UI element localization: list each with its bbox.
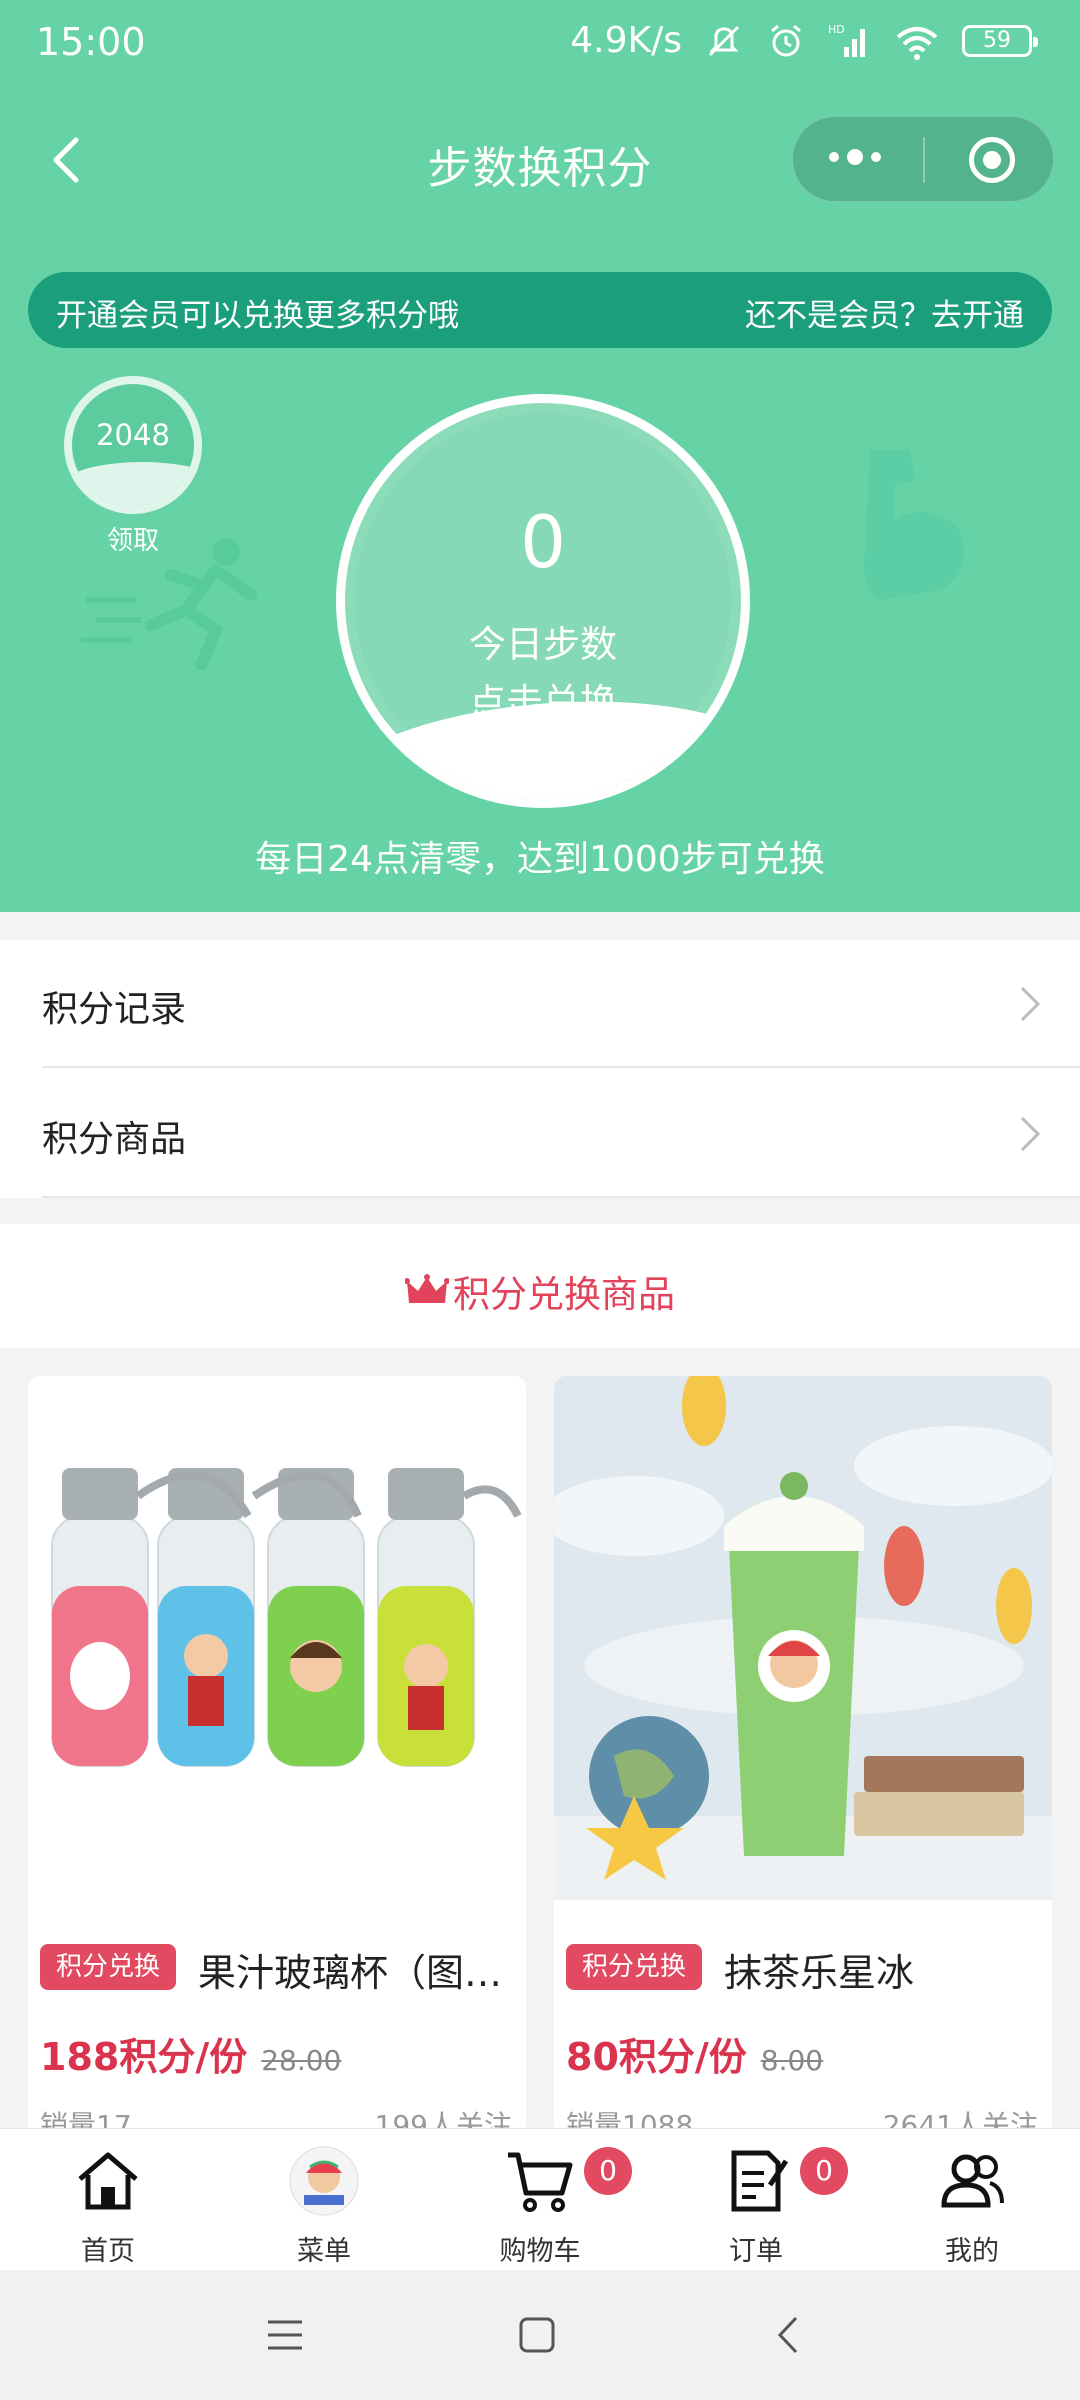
- mute-icon: [708, 25, 740, 56]
- tab-label: 订单: [729, 2236, 783, 2267]
- status-bar: 15:00 4.9K/s HD 59: [0, 0, 1080, 90]
- section-header: 积分兑换商品: [0, 1224, 1080, 1348]
- steps-circle[interactable]: [336, 394, 750, 808]
- chevron-right-icon: [1020, 986, 1041, 1022]
- system-back-icon[interactable]: [764, 2310, 814, 2360]
- alarm-icon: [771, 24, 801, 56]
- more-icon[interactable]: [829, 149, 881, 165]
- banner-join-link[interactable]: 还不是会员？去开通: [745, 290, 1024, 335]
- tab-cart[interactable]: 0 购物车: [432, 2129, 648, 2271]
- user-icon: [941, 2154, 1004, 2208]
- crown-icon: [405, 1274, 449, 1303]
- system-nav-bar: [0, 2270, 1080, 2400]
- points-price: 80积分/份: [566, 2035, 747, 2079]
- original-price: 8.00: [760, 2044, 824, 2077]
- tab-orders[interactable]: 0 订单: [648, 2129, 864, 2271]
- net-speed: 4.9K/s: [570, 20, 682, 61]
- menu-item-points-record[interactable]: 积分记录: [42, 940, 1080, 1068]
- status-icons: 4.9K/s HD 59: [570, 20, 1038, 61]
- wifi-icon: [896, 26, 938, 60]
- tab-home[interactable]: 首页: [0, 2129, 216, 2271]
- bonus-bubble[interactable]: 2048: [64, 376, 202, 514]
- menu-item-label: 积分记录: [42, 989, 187, 1030]
- points-price: 188积分/份: [40, 2035, 248, 2079]
- tab-label: 我的: [945, 2236, 999, 2267]
- menu-item-label: 积分商品: [42, 1119, 187, 1160]
- tab-label: 首页: [81, 2236, 135, 2267]
- recent-apps-icon[interactable]: [260, 2310, 310, 2360]
- product-image-matcha-drink: [554, 1376, 1052, 1900]
- order-icon: [731, 2150, 789, 2212]
- runner-icon: [81, 538, 257, 670]
- exchange-tag: 积分兑换: [40, 1944, 177, 1990]
- home-icon: [78, 2152, 138, 2210]
- signal-icon: HD: [828, 23, 865, 57]
- home-square-icon[interactable]: [512, 2310, 562, 2360]
- cart-icon: [508, 2152, 573, 2212]
- tab-profile[interactable]: 我的: [864, 2129, 1080, 2271]
- cart-badge: 0: [584, 2147, 632, 2195]
- nav-bar: 步数换积分: [0, 110, 1080, 210]
- product-price: 80积分/份 8.00: [566, 2026, 823, 2081]
- battery-icon: 59: [962, 24, 1038, 57]
- product-price: 188积分/份 28.00: [40, 2026, 341, 2081]
- tab-label: 菜单: [297, 2236, 351, 2267]
- status-time: 15:00: [36, 20, 146, 64]
- exchange-tag: 积分兑换: [566, 1944, 703, 1990]
- membership-banner[interactable]: 开通会员可以兑换更多积分哦 还不是会员？去开通: [28, 272, 1052, 348]
- mini-program-capsule: [792, 116, 1054, 202]
- menu-item-points-goods[interactable]: 积分商品: [42, 1070, 1080, 1198]
- menu-logo-icon: [289, 2146, 359, 2216]
- tab-label: 购物车: [499, 2236, 581, 2267]
- bonus-value: 2048: [96, 418, 170, 452]
- menu-list: 积分记录 积分商品: [0, 940, 1080, 1198]
- reset-note: 每日24点清零，达到1000步可兑换: [255, 839, 825, 880]
- original-price: 28.00: [261, 2044, 342, 2077]
- close-target-icon[interactable]: [969, 137, 1015, 183]
- signal-hd-label: HD: [828, 23, 845, 36]
- product-name: 果汁玻璃杯（图…: [198, 1951, 503, 1995]
- banner-message: 开通会员可以兑换更多积分哦: [56, 298, 459, 334]
- order-badge: 0: [800, 2147, 848, 2195]
- product-card[interactable]: 积分兑换 果汁玻璃杯（图… 188积分/份 28.00 销量17 199人关注: [28, 1376, 526, 2136]
- product-card[interactable]: 积分兑换 抹茶乐星冰 80积分/份 8.00 销量1088 2641人关注: [554, 1376, 1052, 2136]
- section-title: 积分兑换商品: [453, 1273, 675, 1316]
- steps-count: 0: [520, 500, 566, 584]
- strength-arm-icon: [864, 450, 965, 600]
- product-image-glass-bottles: [28, 1376, 526, 1900]
- bottom-tab-bar: 首页 菜单 0 购物车 0 订单 我的: [0, 2128, 1080, 2270]
- tab-menu[interactable]: 菜单: [216, 2129, 432, 2271]
- steps-label: 今日步数: [469, 623, 617, 666]
- product-name: 抹茶乐星冰: [724, 1951, 915, 1995]
- exchange-button[interactable]: 点击兑换: [336, 672, 750, 726]
- chevron-right-icon: [1020, 1116, 1041, 1152]
- capsule-divider: [923, 137, 925, 183]
